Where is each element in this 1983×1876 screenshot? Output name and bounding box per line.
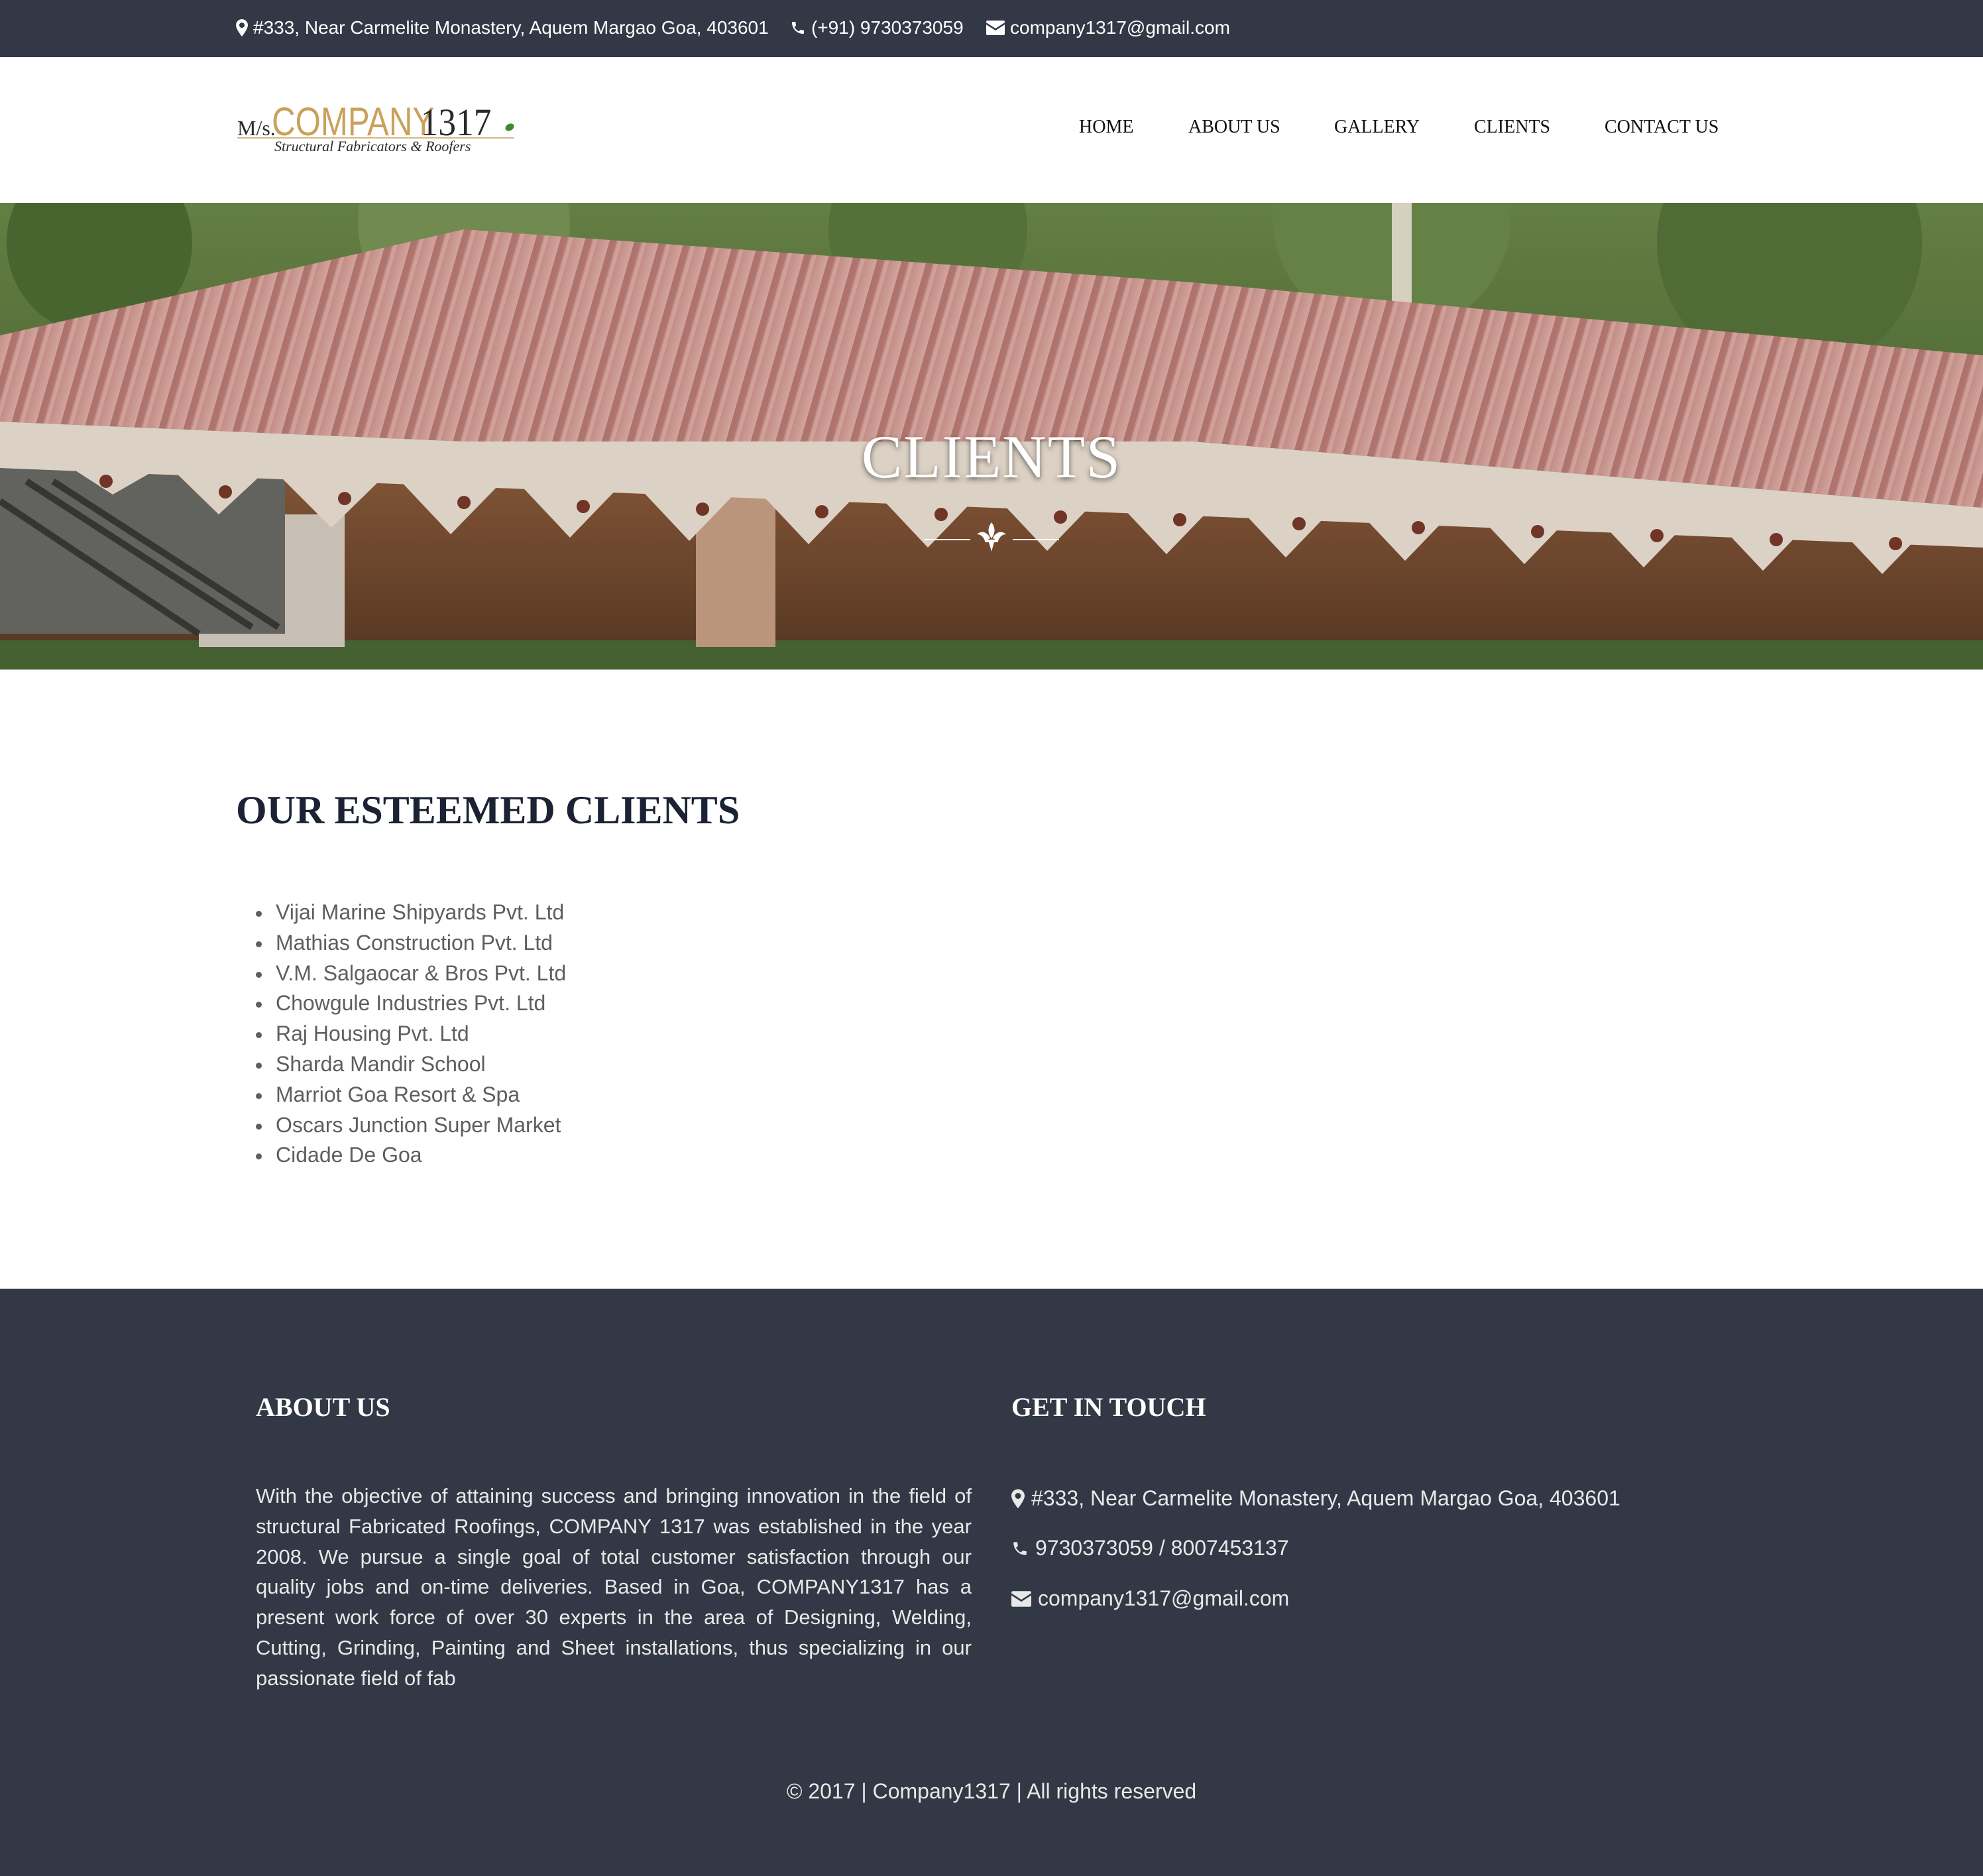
- footer-about-text: With the objective of attaining success …: [256, 1484, 972, 1690]
- map-marker-icon: [236, 19, 248, 36]
- footer-contact-heading: GET IN TOUCH: [1011, 1392, 1206, 1422]
- nav-gallery[interactable]: GALLERY: [1334, 117, 1420, 138]
- logo-tagline: Structural Fabricators & Roofers: [274, 138, 471, 154]
- clients-section-title: OUR ESTEEMED CLIENTS: [236, 788, 740, 832]
- top-contact-bar: #333, Near Carmelite Monastery, Aquem Ma…: [0, 0, 1983, 57]
- list-item: V.M. Salgaocar & Bros Pvt. Ltd: [256, 959, 566, 989]
- topbar-phone[interactable]: (+91) 9730373059: [790, 17, 964, 38]
- logo-prefix: M/s.: [237, 116, 276, 140]
- fleur-de-lis-icon: [977, 522, 1006, 552]
- footer-phone-text: 9730373059 / 8007453137: [1035, 1536, 1289, 1560]
- hero-banner: CLIENTS: [0, 203, 1983, 670]
- footer-email[interactable]: company1317@gmail.com: [1011, 1586, 1289, 1611]
- list-item: Vijai Marine Shipyards Pvt. Ltd: [256, 898, 566, 928]
- topbar-address-text: #333, Near Carmelite Monastery, Aquem Ma…: [253, 17, 769, 38]
- list-item: Sharda Mandir School: [256, 1049, 566, 1080]
- nav-home[interactable]: HOME: [1079, 117, 1133, 138]
- topbar-phone-text: (+91) 9730373059: [811, 17, 964, 38]
- footer-address-text: #333, Near Carmelite Monastery, Aquem Ma…: [1031, 1486, 1620, 1510]
- list-item: Marriot Goa Resort & Spa: [256, 1080, 566, 1110]
- list-item: Oscars Junction Super Market: [256, 1110, 566, 1141]
- envelope-icon: [1011, 1590, 1031, 1607]
- list-item: Cidade De Goa: [256, 1140, 566, 1171]
- map-marker-icon: [1011, 1489, 1025, 1508]
- nav-clients[interactable]: CLIENTS: [1474, 117, 1550, 138]
- phone-icon: [792, 22, 804, 34]
- list-item: Raj Housing Pvt. Ltd: [256, 1019, 566, 1049]
- footer-phone[interactable]: 9730373059 / 8007453137: [1011, 1536, 1289, 1560]
- footer-address: #333, Near Carmelite Monastery, Aquem Ma…: [1011, 1486, 1620, 1511]
- footer-about-heading: ABOUT US: [256, 1392, 390, 1422]
- hero-divider: [924, 522, 1059, 552]
- phone-icon: [1013, 1541, 1027, 1555]
- logo-name: COMPANY: [272, 99, 434, 144]
- leaf-icon: [505, 123, 514, 131]
- nav-about-us[interactable]: ABOUT US: [1188, 117, 1280, 138]
- topbar-email[interactable]: company1317@gmail.com: [986, 17, 1230, 38]
- list-item: Mathias Construction Pvt. Ltd: [256, 928, 566, 959]
- hero-title: CLIENTS: [861, 423, 1122, 491]
- site-footer: ABOUT US With the objective of attaining…: [0, 1289, 1983, 1876]
- topbar-address: #333, Near Carmelite Monastery, Aquem Ma…: [236, 17, 769, 38]
- clients-list: Vijai Marine Shipyards Pvt. Ltd Mathias …: [256, 898, 566, 1171]
- company-logo[interactable]: M/s. COMPANY 1317 Structural Fabricators…: [236, 90, 521, 154]
- nav-contact-us[interactable]: CONTACT US: [1605, 117, 1719, 138]
- list-item: Chowgule Industries Pvt. Ltd: [256, 988, 566, 1019]
- footer-email-text: company1317@gmail.com: [1038, 1586, 1290, 1610]
- footer-copyright: © 2017 | Company1317 | All rights reserv…: [786, 1779, 1197, 1803]
- topbar-email-text: company1317@gmail.com: [1010, 17, 1230, 38]
- envelope-icon: [986, 21, 1005, 35]
